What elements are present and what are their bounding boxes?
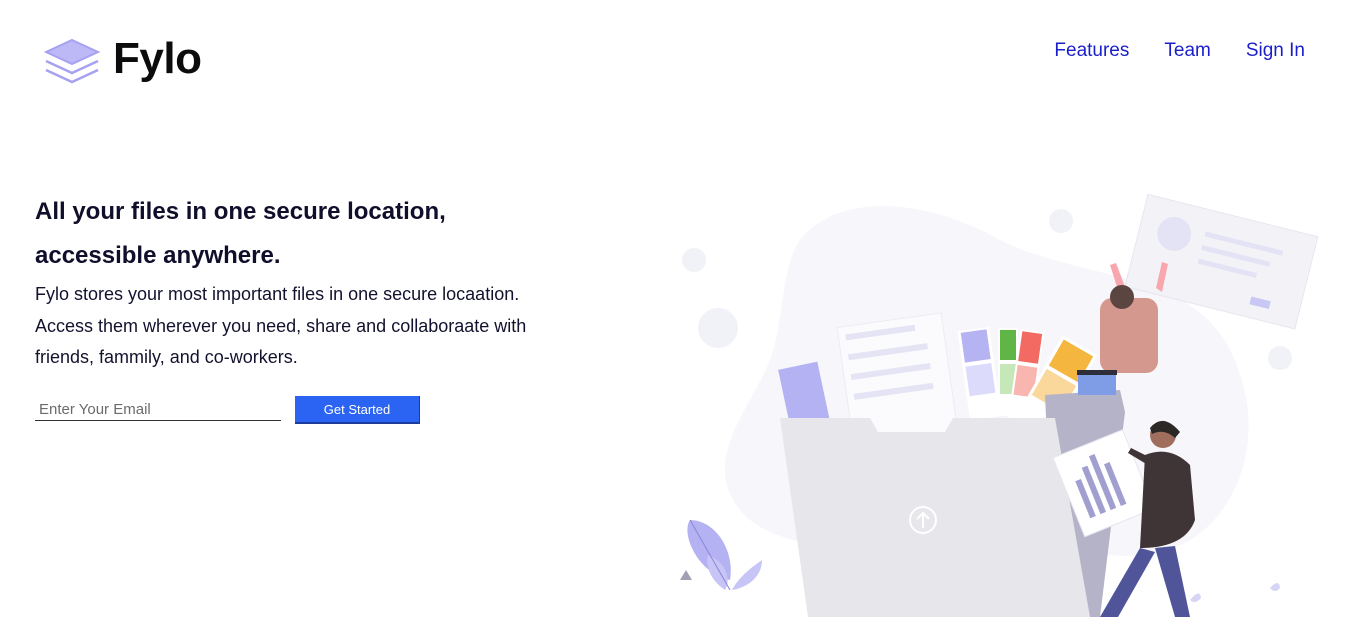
stacked-layers-icon	[44, 38, 101, 84]
email-input[interactable]	[35, 398, 281, 421]
nav-link-team[interactable]: Team	[1164, 40, 1210, 62]
deco-circle	[1049, 209, 1073, 233]
page: Fylo Features Team Sign In All your file…	[0, 0, 1350, 617]
hero-title: All your files in one secure location, a…	[35, 198, 446, 269]
plant	[687, 519, 762, 591]
brand-name: Fylo	[113, 34, 202, 83]
hero-illustration	[680, 193, 1319, 617]
nav-link-sign-in[interactable]: Sign In	[1246, 40, 1305, 62]
brand-logo[interactable]: Fylo	[44, 34, 202, 86]
nav-link-features[interactable]: Features	[1054, 40, 1129, 62]
main-nav: Features Team Sign In	[1054, 40, 1305, 62]
deco-circle	[1268, 346, 1292, 370]
get-started-button[interactable]: Get Started	[295, 396, 420, 424]
deco-circle	[698, 308, 738, 348]
hero-description: Fylo stores your most important files in…	[35, 284, 527, 367]
deco-circle	[682, 248, 706, 272]
